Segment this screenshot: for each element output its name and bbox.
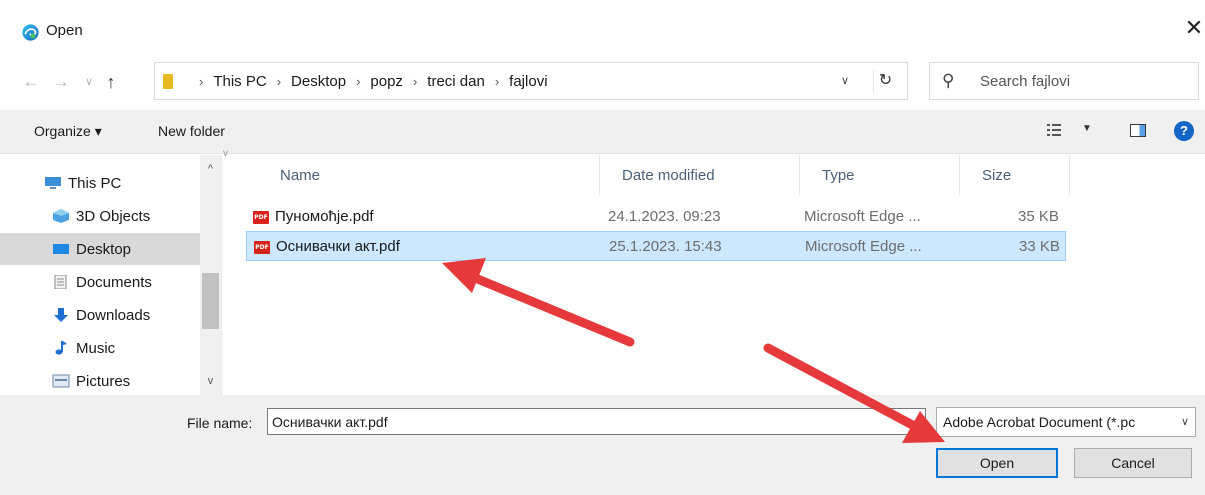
scroll-up-button[interactable]: ^ bbox=[200, 163, 221, 175]
forward-button[interactable]: → bbox=[50, 70, 72, 94]
sidebar-item-pictures[interactable]: Pictures bbox=[0, 365, 200, 397]
sort-indicator-icon: v bbox=[223, 148, 228, 159]
scrollbar-thumb[interactable] bbox=[202, 273, 219, 329]
file-list: Name Date modified Type Size PDF Пуномоћ… bbox=[232, 155, 1205, 395]
breadcrumb-separator[interactable]: › bbox=[413, 74, 417, 89]
cube-icon bbox=[53, 209, 69, 223]
document-icon bbox=[54, 275, 67, 289]
breadcrumb-separator[interactable]: › bbox=[356, 74, 360, 89]
file-type: Microsoft Edge ... bbox=[805, 238, 922, 255]
breadcrumb-separator[interactable]: › bbox=[277, 74, 281, 89]
preview-pane-icon[interactable] bbox=[1130, 124, 1146, 137]
view-options-icon[interactable] bbox=[1047, 123, 1061, 137]
file-name-label: File name: bbox=[187, 415, 253, 431]
file-size: 33 KB bbox=[1019, 238, 1060, 255]
desktop-icon bbox=[53, 244, 69, 254]
download-icon bbox=[54, 308, 68, 322]
address-row: ← → ∨ ↑ › This PC › Desktop › popz › tre… bbox=[0, 62, 1205, 102]
sidebar-item-label: Downloads bbox=[76, 306, 151, 324]
sidebar-item-label: This PC bbox=[68, 174, 122, 192]
music-icon bbox=[55, 341, 67, 355]
cancel-button[interactable]: Cancel bbox=[1074, 448, 1192, 478]
sidebar-item-3d-objects[interactable]: 3D Objects bbox=[0, 200, 200, 232]
command-toolbar: Organize ▾ New folder ▼ ? bbox=[0, 110, 1205, 154]
column-header-name[interactable]: Name bbox=[258, 155, 600, 195]
navigation-scrollbar[interactable]: ^ v bbox=[200, 155, 221, 395]
file-type-select[interactable]: Adobe Acrobat Document (*.pc ∨ bbox=[936, 407, 1196, 437]
back-button[interactable]: ← bbox=[20, 70, 42, 94]
file-date: 25.1.2023. 15:43 bbox=[609, 238, 722, 255]
table-row[interactable]: PDF Пуномоћје.pdf 24.1.2023. 09:23 Micro… bbox=[246, 202, 1066, 232]
picture-icon bbox=[52, 374, 70, 388]
address-bar[interactable]: › This PC › Desktop › popz › treci dan ›… bbox=[154, 62, 908, 100]
dialog-footer: File name: Adobe Acrobat Document (*.pc … bbox=[0, 395, 1205, 495]
file-name: Оснивачки акт.pdf bbox=[276, 238, 400, 255]
breadcrumb-this-pc[interactable]: This PC bbox=[213, 73, 266, 90]
scroll-down-button[interactable]: v bbox=[200, 375, 221, 387]
breadcrumb-treci-dan[interactable]: treci dan bbox=[427, 73, 485, 90]
pdf-icon: PDF bbox=[253, 210, 269, 224]
column-header-size[interactable]: Size bbox=[960, 155, 1070, 195]
close-button[interactable]: ✕ bbox=[1183, 14, 1205, 42]
breadcrumb-separator: › bbox=[199, 73, 204, 89]
file-name-cell: PDF Оснивачки акт.pdf bbox=[254, 232, 400, 262]
breadcrumb-popz[interactable]: popz bbox=[370, 73, 403, 90]
file-size: 35 KB bbox=[1018, 208, 1059, 225]
file-name-cell: PDF Пуномоћје.pdf bbox=[253, 202, 374, 232]
chevron-down-icon: ∨ bbox=[1180, 416, 1189, 428]
sidebar-item-label: Music bbox=[76, 339, 116, 357]
window-title: Open bbox=[46, 22, 83, 39]
open-button[interactable]: Open bbox=[936, 448, 1058, 478]
refresh-button[interactable]: ↻ bbox=[873, 70, 897, 92]
computer-icon bbox=[45, 177, 61, 189]
breadcrumb-desktop[interactable]: Desktop bbox=[291, 73, 346, 90]
address-dropdown-button[interactable]: ∨ bbox=[835, 71, 855, 91]
table-row[interactable]: PDF Оснивачки акт.pdf 25.1.2023. 15:43 M… bbox=[246, 231, 1066, 261]
new-folder-button[interactable]: New folder bbox=[158, 123, 225, 139]
search-icon: ⚲ bbox=[942, 71, 955, 90]
breadcrumb: › This PC › Desktop › popz › treci dan ›… bbox=[189, 63, 548, 99]
sidebar-item-documents[interactable]: Documents bbox=[0, 266, 200, 298]
search-input[interactable] bbox=[980, 69, 1190, 93]
title-bar: Open ✕ bbox=[0, 0, 1205, 62]
sidebar-item-label: 3D Objects bbox=[76, 207, 151, 225]
file-name: Пуномоћје.pdf bbox=[275, 208, 374, 225]
sidebar-item-this-pc[interactable]: This PC bbox=[0, 167, 200, 199]
file-type: Microsoft Edge ... bbox=[804, 208, 921, 225]
search-box[interactable]: ⚲ bbox=[929, 62, 1199, 100]
column-header-date-modified[interactable]: Date modified bbox=[600, 155, 800, 195]
file-name-input[interactable] bbox=[267, 408, 926, 435]
help-icon[interactable]: ? bbox=[1174, 121, 1194, 141]
sidebar-item-label: Desktop bbox=[76, 240, 132, 258]
recent-locations-button[interactable]: ∨ bbox=[78, 70, 100, 94]
breadcrumb-separator[interactable]: › bbox=[495, 74, 499, 89]
sidebar-item-label: Pictures bbox=[76, 372, 131, 390]
pdf-icon: PDF bbox=[254, 240, 270, 254]
folder-icon bbox=[163, 74, 173, 89]
edge-icon bbox=[22, 24, 39, 41]
breadcrumb-fajlovi[interactable]: fajlovi bbox=[509, 73, 547, 90]
sidebar-item-music[interactable]: Music bbox=[0, 332, 200, 364]
column-header-type[interactable]: Type bbox=[800, 155, 960, 195]
organize-menu-button[interactable]: Organize ▾ bbox=[34, 123, 102, 140]
sidebar-item-label: Documents bbox=[76, 273, 152, 291]
sidebar-item-desktop[interactable]: Desktop bbox=[0, 233, 200, 265]
sidebar-item-downloads[interactable]: Downloads bbox=[0, 299, 200, 331]
navigation-pane: This PC 3D Objects Desktop Documents Dow… bbox=[0, 155, 222, 395]
up-button[interactable]: ↑ bbox=[100, 70, 122, 94]
file-date: 24.1.2023. 09:23 bbox=[608, 208, 721, 225]
file-type-value: Adobe Acrobat Document (*.pc bbox=[943, 414, 1136, 430]
view-dropdown-icon[interactable]: ▼ bbox=[1082, 123, 1092, 134]
